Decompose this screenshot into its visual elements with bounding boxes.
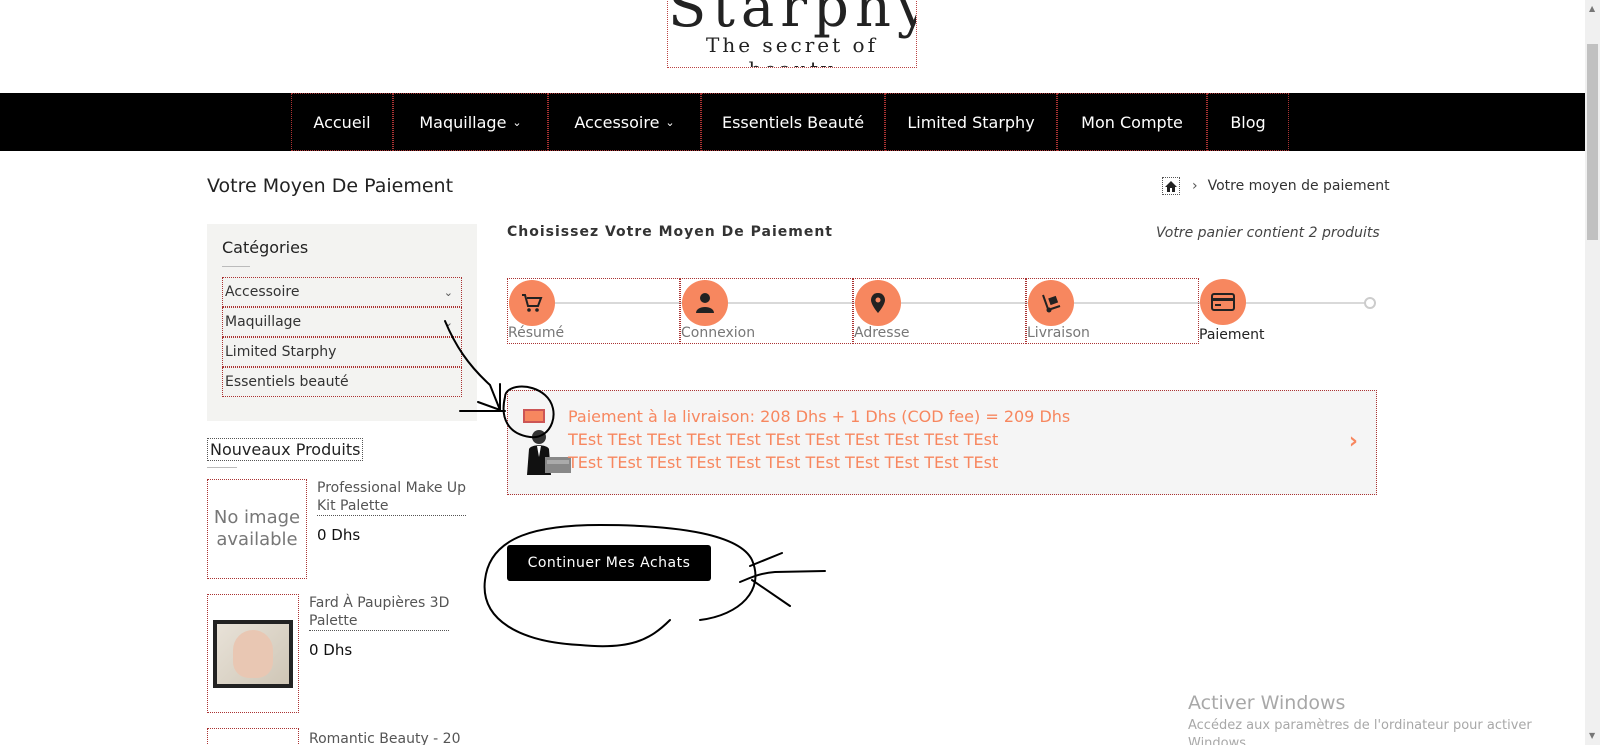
product-item: No image available Professional Make Up Ki…	[207, 479, 467, 579]
payment-option-description: TEst TEst TEst TEst TEst TEst TEst TEst …	[568, 430, 999, 449]
step-label: Connexion	[681, 325, 756, 341]
categories-block: Catégories Accessoire ⌄ Maquillage ⌄ Limit…	[207, 224, 477, 421]
main-nav: Accueil Maquillage ⌄ Accessoire ⌄ Essentie…	[0, 93, 1585, 151]
product-item: Romantic Beauty - 20	[207, 728, 461, 745]
home-icon[interactable]	[1162, 177, 1180, 195]
hand-truck-icon	[1028, 280, 1074, 326]
nav-label: Essentiels Beauté	[721, 112, 865, 132]
category-item-limited-starphy[interactable]: Limited Starphy	[222, 337, 462, 367]
cart-summary: Votre panier contient 2 produits	[1156, 225, 1380, 241]
breadcrumb-separator: ›	[1192, 178, 1198, 194]
step-end-marker	[1364, 297, 1376, 309]
delivery-man-image	[517, 427, 573, 475]
payment-option-cod[interactable]: Paiement à la livraison: 208 Dhs + 1 Dhs…	[507, 390, 1377, 495]
step-label: Livraison	[1027, 325, 1090, 341]
product-name-line: Romantic Beauty - 20	[309, 731, 461, 745]
credit-card-icon	[1200, 279, 1246, 325]
step-connexion[interactable]: Connexion	[680, 278, 853, 344]
divider	[207, 467, 237, 468]
product-name-line: Kit Palette	[317, 498, 389, 514]
category-item-essentiels-beaute[interactable]: Essentiels beauté	[222, 367, 462, 397]
nav-item-accessoire[interactable]: Accessoire ⌄	[548, 93, 701, 151]
breadcrumb: › Votre moyen de paiement	[1162, 177, 1390, 195]
step-livraison[interactable]: Livraison	[1026, 278, 1199, 344]
nav-item-maquillage[interactable]: Maquillage ⌄	[393, 93, 548, 151]
step-paiement[interactable]: Paiement	[1199, 278, 1372, 344]
divider	[222, 266, 250, 267]
logo-wordmark: Starphy	[668, 0, 917, 40]
product-name-link[interactable]: Fard À Paupières 3D Palette	[309, 594, 450, 631]
category-label: Limited Starphy	[225, 344, 337, 360]
category-item-accessoire[interactable]: Accessoire ⌄	[222, 277, 462, 307]
payment-option-title: Paiement à la livraison: 208 Dhs + 1 Dhs…	[568, 407, 1071, 426]
nav-item-limited-starphy[interactable]: Limited Starphy	[885, 93, 1057, 151]
step-label: Adresse	[854, 325, 910, 341]
product-name-link[interactable]: Professional Make Up Kit Palette	[317, 479, 467, 516]
chevron-down-icon: ⌄	[665, 115, 675, 129]
site-logo[interactable]: Starphy The secret of beauty	[667, 0, 917, 68]
cash-icon	[523, 409, 545, 423]
vertical-scrollbar[interactable]: ▲ ▼	[1585, 0, 1600, 745]
nav-item-mon-compte[interactable]: Mon Compte	[1057, 93, 1207, 151]
palette-image	[213, 619, 293, 688]
windows-activation-text: Accédez aux paramètres de l'ordinateur p…	[1188, 718, 1532, 733]
scroll-thumb[interactable]	[1587, 44, 1598, 240]
breadcrumb-current: Votre moyen de paiement	[1207, 178, 1390, 194]
nav-item-blog[interactable]: Blog	[1207, 93, 1289, 151]
location-pin-icon	[855, 280, 901, 326]
windows-activation-text: Windows.	[1188, 736, 1251, 745]
chevron-down-icon[interactable]: ⌄	[444, 316, 453, 329]
step-label: Paiement	[1199, 327, 1265, 343]
scroll-up-arrow-icon[interactable]: ▲	[1589, 4, 1595, 13]
continue-shopping-button[interactable]: Continuer Mes Achats	[507, 545, 711, 581]
chevron-down-icon[interactable]: ⌄	[444, 286, 453, 299]
scroll-down-arrow-icon[interactable]: ▼	[1589, 731, 1595, 740]
new-products-title: Nouveaux Produits	[207, 438, 364, 461]
user-icon	[682, 280, 728, 326]
no-image-text: No image	[213, 507, 301, 528]
product-name-line: Professional Make Up	[317, 480, 467, 496]
product-name-link[interactable]: Romantic Beauty - 20	[309, 730, 461, 745]
product-name-line: Fard À Paupières 3D	[309, 595, 450, 611]
nav-label: Mon Compte	[1081, 112, 1183, 132]
product-item: Fard À Paupières 3D Palette 0 Dhs	[207, 594, 450, 713]
product-image[interactable]	[207, 594, 299, 713]
page-title: Votre Moyen De Paiement	[207, 175, 454, 197]
nav-label: Maquillage	[419, 112, 507, 132]
nav-label: Blog	[1230, 112, 1266, 132]
windows-activation-title: Activer Windows	[1188, 692, 1346, 714]
nav-label: Accueil	[313, 112, 371, 132]
category-label: Maquillage	[225, 314, 302, 330]
product-name-line: Palette	[309, 613, 358, 629]
step-adresse[interactable]: Adresse	[853, 278, 1026, 344]
nav-item-essentiels-beaute[interactable]: Essentiels Beauté	[701, 93, 885, 151]
step-label: Résumé	[508, 325, 565, 341]
product-image[interactable]	[207, 728, 299, 745]
category-label: Accessoire	[225, 284, 300, 300]
payment-heading: Choisissez Votre Moyen De Paiement	[507, 224, 833, 240]
product-price: 0 Dhs	[317, 526, 361, 544]
chevron-down-icon: ⌄	[512, 115, 522, 129]
category-label: Essentiels beauté	[225, 374, 349, 390]
nav-label: Limited Starphy	[907, 112, 1035, 132]
category-item-maquillage[interactable]: Maquillage ⌄	[222, 307, 462, 337]
nav-label: Accessoire	[574, 112, 660, 132]
cart-icon	[509, 280, 555, 326]
chevron-right-icon: ›	[1348, 429, 1358, 454]
categories-title: Catégories	[222, 238, 309, 257]
checkout-steps: Résumé Connexion Adresse Livraison Paiem…	[507, 278, 1377, 348]
product-price: 0 Dhs	[309, 641, 353, 659]
no-image-text: available	[216, 529, 298, 550]
nav-item-accueil[interactable]: Accueil	[291, 93, 393, 151]
payment-option-description: TEst TEst TEst TEst TEst TEst TEst TEst …	[568, 453, 999, 472]
product-image[interactable]: No image available	[207, 479, 307, 579]
category-list: Accessoire ⌄ Maquillage ⌄ Limited Starphy …	[222, 277, 462, 397]
step-resume[interactable]: Résumé	[507, 278, 680, 344]
